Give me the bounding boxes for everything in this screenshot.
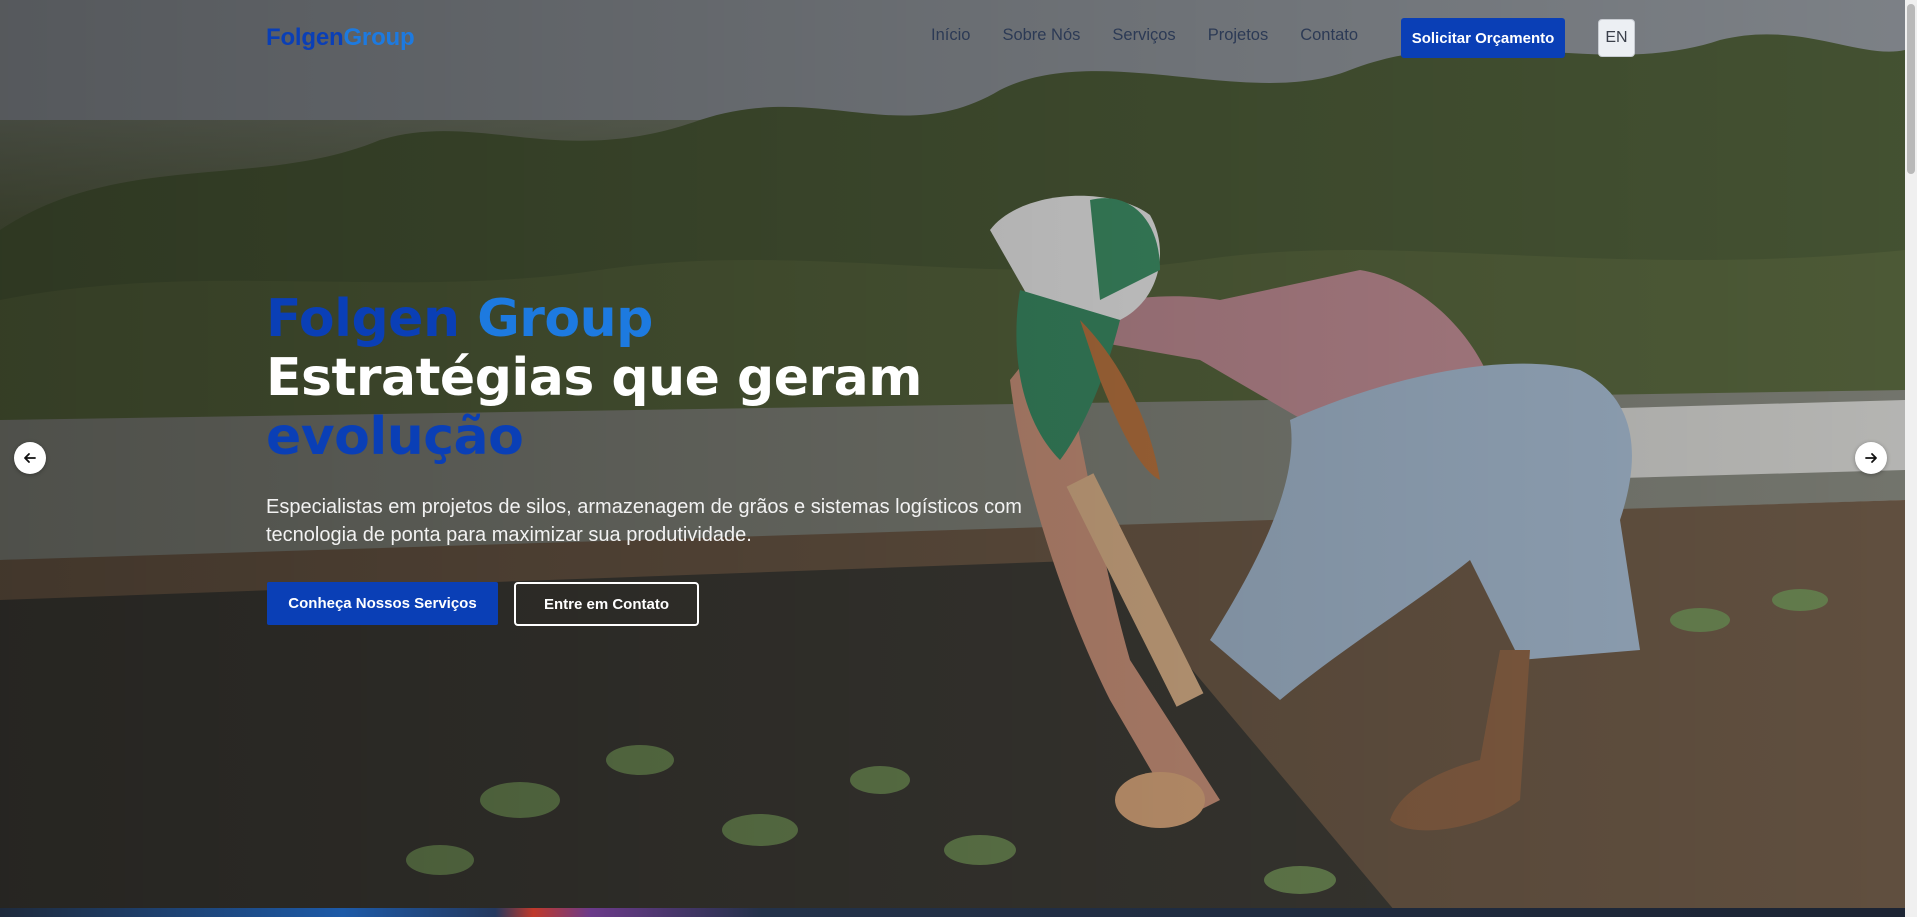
- logo-part-2: Group: [343, 24, 415, 51]
- arrow-right-icon: [1865, 453, 1877, 463]
- main-menu: Início Sobre Nós Serviços Projetos Conta…: [931, 26, 1390, 45]
- hero-subtitle: Especialistas em projetos de silos, arma…: [266, 496, 1022, 546]
- hero-title-line-3: evolução: [266, 407, 524, 467]
- hero-title-brand-1: Folgen: [266, 289, 460, 349]
- request-quote-button[interactable]: Solicitar Orçamento: [1401, 18, 1565, 58]
- nav-link-contato[interactable]: Contato: [1300, 26, 1358, 45]
- arrow-left-icon: [24, 453, 36, 463]
- language-toggle-button[interactable]: EN: [1598, 19, 1635, 57]
- logo[interactable]: FolgenGroup: [266, 24, 415, 52]
- hero-title-brand-2: Group: [477, 289, 653, 349]
- nav-link-servicos[interactable]: Serviços: [1112, 26, 1175, 45]
- logo-part-1: Folgen: [266, 24, 344, 51]
- contact-button[interactable]: Entre em Contato: [514, 582, 699, 626]
- page-scrollbar[interactable]: [1905, 0, 1917, 917]
- site-header: FolgenGroup Início Sobre Nós Serviços Pr…: [0, 0, 1905, 75]
- carousel-prev-button[interactable]: [14, 442, 46, 474]
- carousel-next-button[interactable]: [1855, 442, 1887, 474]
- services-button[interactable]: Conheça Nossos Serviços: [267, 582, 498, 625]
- nav-link-inicio[interactable]: Início: [931, 26, 970, 45]
- nav-link-sobre-nos[interactable]: Sobre Nós: [1002, 26, 1080, 45]
- next-section-preview: [0, 908, 1905, 917]
- hero-title-line-2: Estratégias que geram: [266, 348, 922, 408]
- scrollbar-thumb[interactable]: [1907, 4, 1915, 174]
- nav-link-projetos[interactable]: Projetos: [1208, 26, 1269, 45]
- hero-title: Folgen Group Estratégias que geram evolu…: [266, 290, 922, 467]
